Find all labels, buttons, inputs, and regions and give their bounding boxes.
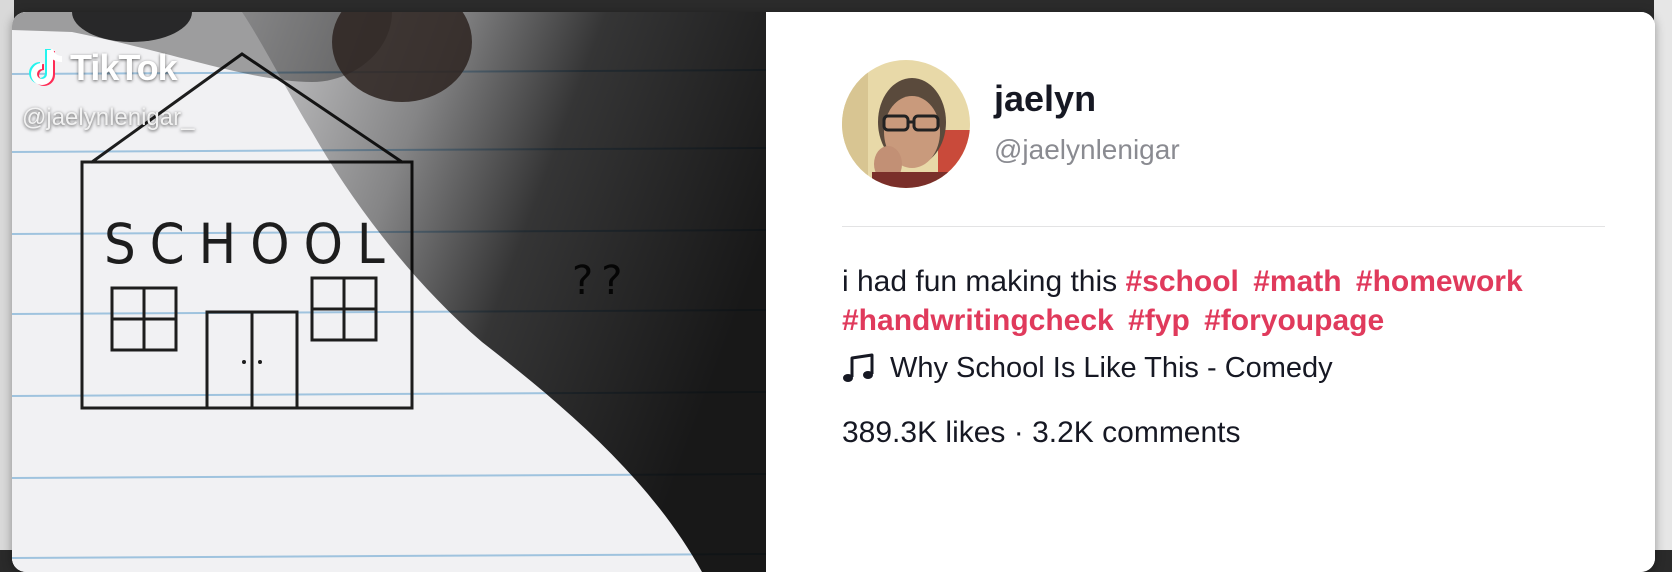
engagement-stats: 389.3K likes · 3.2K comments <box>842 416 1241 449</box>
hashtag-link[interactable]: #foryoupage <box>1204 304 1384 337</box>
tiktok-embed-card: SCHOOL ?? TikTok @jaelynlenigar_ <box>12 12 1655 572</box>
author-avatar[interactable] <box>842 60 970 188</box>
hashtag-link[interactable]: #handwritingcheck <box>842 304 1114 337</box>
author-display-name[interactable]: jaelyn <box>994 78 1096 120</box>
divider <box>842 226 1605 227</box>
hashtag-link[interactable]: #school <box>1126 265 1239 298</box>
background-page-edge <box>1654 0 1672 550</box>
music-link[interactable]: Why School Is Like This - Comedy <box>842 352 1333 385</box>
caption-text: i had fun making this <box>842 265 1118 298</box>
tiktok-wordmark: TikTok <box>70 47 178 88</box>
avatar-image <box>842 60 970 188</box>
hashtag-link[interactable]: #homework <box>1356 265 1523 298</box>
music-title: Why School Is Like This - Comedy <box>890 352 1333 384</box>
video-frame-drawing: SCHOOL ?? <box>12 12 766 572</box>
tiktok-logo-icon <box>29 48 63 86</box>
drawing-label-school: SCHOOL <box>104 213 399 277</box>
post-caption: i had fun making this #school #math #hom… <box>842 262 1602 340</box>
hashtag-link[interactable]: #fyp <box>1128 304 1190 337</box>
post-info-panel: jaelyn @jaelynlenigar i had fun making t… <box>766 12 1655 572</box>
video-thumbnail[interactable]: SCHOOL ?? TikTok @jaelynlenigar_ <box>12 12 766 572</box>
video-watermark-handle: @jaelynlenigar_ <box>22 104 195 131</box>
music-note-icon <box>843 353 874 382</box>
author-username[interactable]: @jaelynlenigar <box>994 134 1180 166</box>
hashtag-link[interactable]: #math <box>1253 265 1341 298</box>
tiktok-watermark: TikTok <box>26 46 178 90</box>
